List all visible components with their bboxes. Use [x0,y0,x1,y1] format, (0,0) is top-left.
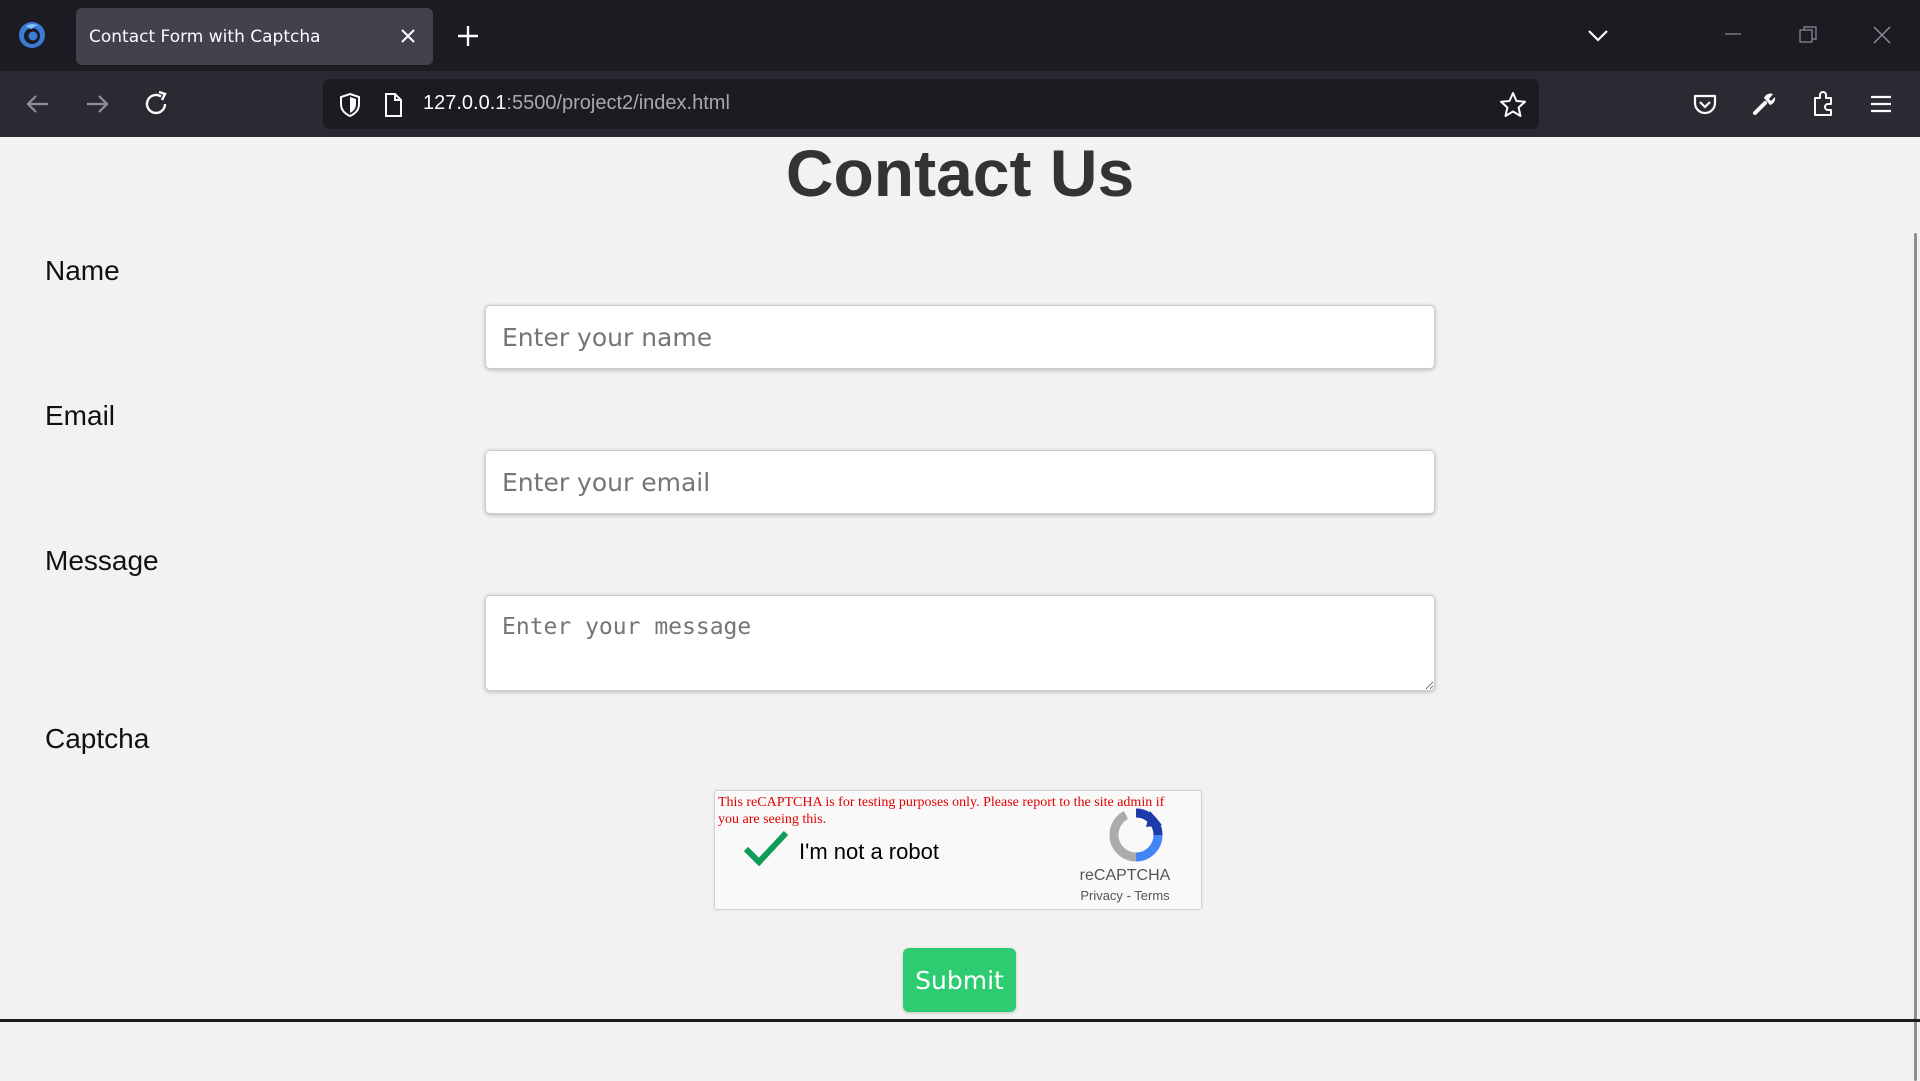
wrench-icon[interactable] [1749,89,1779,119]
shield-icon[interactable] [337,92,363,118]
chevron-down-icon[interactable] [1585,22,1611,48]
page-icon[interactable] [380,92,406,118]
recaptcha-links: Privacy - Terms [1055,888,1195,903]
links-separator: - [1126,888,1131,903]
page-scrollbar[interactable] [1914,233,1917,1081]
extensions-icon[interactable] [1808,89,1838,119]
terms-link[interactable]: Terms [1134,888,1169,903]
page-content: Contact Us Name Email Message Captcha Th… [0,136,1920,1081]
url-host: 127.0.0.1 [423,92,507,114]
recaptcha-widget[interactable]: This reCAPTCHA is for testing purposes o… [714,790,1202,910]
privacy-link[interactable]: Privacy [1080,888,1123,903]
message-textarea[interactable] [485,595,1435,691]
pocket-icon[interactable] [1690,89,1720,119]
url-path: :5500/project2/index.html [506,92,730,114]
active-tab[interactable]: Contact Form with Captcha [76,8,433,65]
url-text: 127.0.0.1:5500/project2/index.html [423,92,730,115]
bookmark-star-icon[interactable] [1499,91,1527,119]
checkmark-icon[interactable] [741,827,791,871]
email-input[interactable] [485,450,1435,514]
navigation-bar: 127.0.0.1:5500/project2/index.html [0,71,1920,137]
tab-title: Contact Form with Captcha [89,26,321,47]
reload-icon[interactable] [141,89,171,119]
recaptcha-checkbox-label[interactable]: I'm not a robot [799,839,939,865]
name-input[interactable] [485,305,1435,369]
page-title: Contact Us [785,136,1135,210]
address-bar[interactable]: 127.0.0.1:5500/project2/index.html [323,79,1539,129]
firefox-logo-icon[interactable] [17,20,47,50]
tab-bar: Contact Form with Captcha [0,0,1920,71]
close-tab-icon[interactable] [397,25,419,47]
back-arrow-icon[interactable] [23,89,53,119]
restore-icon[interactable] [1797,24,1819,46]
email-label: Email [45,400,116,431]
forward-arrow-icon[interactable] [82,89,112,119]
recaptcha-logo-icon [1109,808,1163,862]
new-tab-icon[interactable] [455,23,481,49]
captcha-label: Captcha [45,723,150,754]
minimize-icon[interactable] [1722,23,1744,45]
name-label: Name [45,255,120,286]
close-window-icon[interactable] [1871,24,1893,46]
recaptcha-brand: reCAPTCHA [1079,867,1171,884]
message-label: Message [45,545,159,576]
submit-button[interactable]: Submit [903,948,1016,1012]
menu-icon[interactable] [1866,89,1896,119]
